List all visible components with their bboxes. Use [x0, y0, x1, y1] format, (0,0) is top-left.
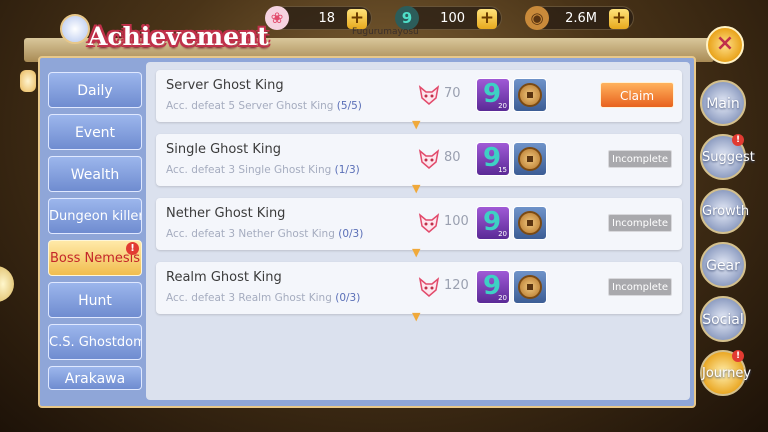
coin-reward-icon[interactable] — [513, 206, 547, 240]
menu-label: Suggest — [702, 150, 755, 165]
currency-value: 18 — [318, 11, 335, 26]
tab-label: Hunt — [78, 293, 112, 309]
coin-reward-icon[interactable] — [513, 270, 547, 304]
tab-arakawa[interactable]: Arakawa — [48, 366, 142, 390]
add-coin-button[interactable]: + — [609, 9, 629, 29]
reward-qty: 20 — [498, 294, 507, 302]
achievement-name: Realm Ghost King — [166, 270, 282, 285]
claim-button[interactable]: Claim — [600, 82, 674, 108]
achievement-progress: (1/3) — [334, 164, 360, 176]
coin-icon: ◉ — [525, 6, 549, 30]
tab-label: C.S. Ghostdom — [49, 335, 142, 350]
incomplete-button: Incomplete — [608, 150, 672, 168]
achievement-desc: Acc. defeat 5 Server Ghost King (5/5) — [166, 100, 362, 112]
chevron-down-icon: ▼ — [412, 246, 421, 259]
achievement-row: Realm Ghost King Acc. defeat 3 Realm Gho… — [156, 262, 682, 323]
achievement-desc: Acc. defeat 3 Realm Ghost King (0/3) — [166, 292, 361, 304]
tab-daily[interactable]: Daily — [48, 72, 142, 108]
tab-dungeon-killer[interactable]: Dungeon killer — [48, 198, 142, 234]
menu-label: Growth — [702, 204, 750, 219]
alert-badge: ! — [732, 134, 744, 146]
incomplete-button: Incomplete — [608, 278, 672, 296]
menu-main-button[interactable]: Main — [700, 80, 746, 126]
lantern-icon — [20, 70, 36, 92]
achievement-points: 100 — [444, 214, 469, 229]
side-orb-icon[interactable] — [0, 266, 14, 302]
tab-label: Daily — [77, 83, 113, 99]
menu-label: Journey — [702, 366, 752, 381]
page-title: Achievement — [88, 22, 269, 51]
achievement-desc: Acc. defeat 3 Single Ghost King (1/3) — [166, 164, 360, 176]
add-fox-gem-button[interactable]: + — [347, 9, 367, 29]
menu-label: Social — [702, 312, 744, 328]
menu-journey-button[interactable]: Journey! — [700, 350, 751, 396]
tab-wealth[interactable]: Wealth — [48, 156, 142, 192]
fox-mask-icon — [418, 85, 440, 105]
currency-coin: ◉ 2.6M + — [525, 6, 634, 30]
jade-reward-icon[interactable]: 9 20 — [476, 78, 510, 112]
menu-label: Main — [706, 96, 740, 112]
achievement-name: Single Ghost King — [166, 142, 281, 157]
player-name: Fugurumayosu — [352, 27, 419, 37]
close-button[interactable]: × — [706, 26, 744, 64]
achievement-points: 80 — [444, 150, 461, 165]
tab-label: Arakawa — [64, 371, 126, 387]
reward-qty: 20 — [498, 230, 507, 238]
jade-reward-icon[interactable]: 9 20 — [476, 206, 510, 240]
achievement-name: Server Ghost King — [166, 78, 284, 93]
achievement-progress: (5/5) — [336, 100, 362, 112]
add-jade-button[interactable]: + — [477, 9, 497, 29]
currency-value: 2.6M — [565, 11, 597, 26]
menu-suggest-button[interactable]: Suggest! — [700, 134, 755, 180]
menu-gear-button[interactable]: Gear — [700, 242, 746, 288]
currency-value: 100 — [440, 11, 465, 26]
achievement-points: 70 — [444, 86, 461, 101]
alert-badge: ! — [732, 350, 744, 362]
fox-mask-icon — [418, 149, 440, 169]
fox-mask-icon — [418, 213, 440, 233]
tab-event[interactable]: Event — [48, 114, 142, 150]
jade-reward-icon[interactable]: 9 15 — [476, 142, 510, 176]
coin-reward-icon[interactable] — [513, 78, 547, 112]
chevron-down-icon: ▼ — [412, 182, 421, 195]
achievement-progress: (0/3) — [335, 292, 361, 304]
fox-mask-icon — [418, 277, 440, 297]
coin-reward-icon[interactable] — [513, 142, 547, 176]
menu-label: Gear — [706, 258, 740, 274]
tab-boss-nemesis[interactable]: Boss Nemesis! — [48, 240, 142, 276]
achievement-row: Single Ghost King Acc. defeat 3 Single G… — [156, 134, 682, 195]
achievement-name: Nether Ghost King — [166, 206, 286, 221]
achievement-row: Nether Ghost King Acc. defeat 3 Nether G… — [156, 198, 682, 259]
alert-badge: ! — [126, 242, 139, 255]
reward-qty: 20 — [498, 102, 507, 110]
menu-social-button[interactable]: Social — [700, 296, 746, 342]
incomplete-button: Incomplete — [608, 214, 672, 232]
tab-hunt[interactable]: Hunt — [48, 282, 142, 318]
chevron-down-icon: ▼ — [412, 118, 421, 131]
chevron-down-icon: ▼ — [412, 310, 421, 323]
achievement-progress: (0/3) — [338, 228, 364, 240]
tab-label: Wealth — [70, 167, 120, 183]
achievement-desc: Acc. defeat 3 Nether Ghost King (0/3) — [166, 228, 364, 240]
achievement-points: 120 — [444, 278, 469, 293]
tab-label: Boss Nemesis — [49, 251, 141, 266]
tab-cs-ghostdom[interactable]: C.S. Ghostdom — [48, 324, 142, 360]
jade-reward-icon[interactable]: 9 20 — [476, 270, 510, 304]
reward-qty: 15 — [498, 166, 507, 174]
tab-label: Dungeon killer — [49, 209, 142, 224]
menu-growth-button[interactable]: Growth — [700, 188, 750, 234]
teacup-icon — [60, 14, 90, 44]
tab-label: Event — [74, 125, 116, 141]
achievement-row: Server Ghost King Acc. defeat 5 Server G… — [156, 70, 682, 131]
